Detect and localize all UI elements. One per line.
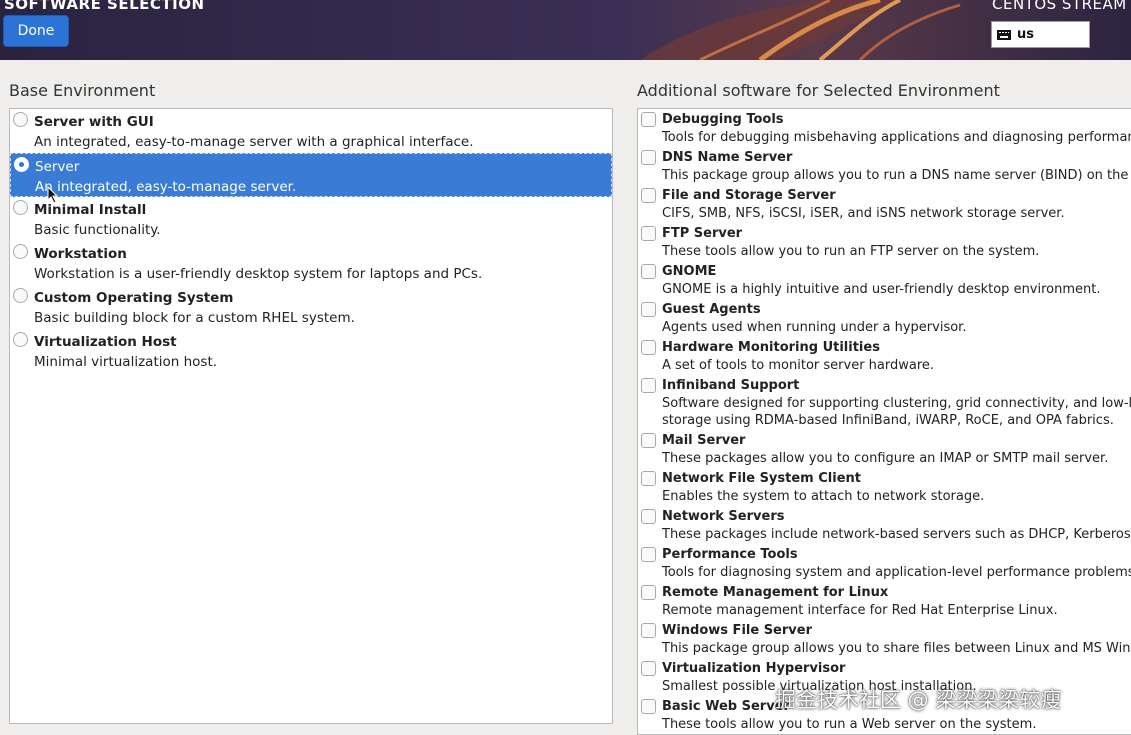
environment-option[interactable]: Server An integrated, easy-to-manage serv… <box>10 153 612 197</box>
checkbox[interactable] <box>641 150 656 165</box>
environment-name: Server with GUI <box>34 114 154 130</box>
checkbox[interactable] <box>641 264 656 279</box>
addon-name: Performance Tools <box>662 547 798 562</box>
addon-option[interactable]: Guest Agents Agents used when running und… <box>638 299 1131 337</box>
keyboard-icon <box>997 29 1011 40</box>
addon-description: These tools allow you to run an FTP serv… <box>662 244 1040 259</box>
addon-description: Tools for debugging misbehaving applicat… <box>662 130 1131 145</box>
addon-description: storage using RDMA-based InfiniBand, iWA… <box>662 413 1114 428</box>
checkbox[interactable] <box>641 585 656 600</box>
checkbox[interactable] <box>641 471 656 486</box>
keyboard-layout-label: us <box>1017 27 1034 42</box>
environment-name: Virtualization Host <box>34 334 177 350</box>
addon-name: GNOME <box>662 264 717 279</box>
environment-description: An integrated, easy-to-manage server. <box>35 179 297 195</box>
addon-option[interactable]: Windows File Server This package group al… <box>638 620 1131 658</box>
radio-button[interactable] <box>13 244 28 259</box>
radio-button[interactable] <box>13 112 28 127</box>
addon-name: Infiniband Support <box>662 378 800 393</box>
done-button[interactable]: Done <box>3 15 69 47</box>
addon-option[interactable]: Remote Management for Linux Remote manage… <box>638 582 1131 620</box>
addon-option[interactable]: Debugging Tools Tools for debugging misbe… <box>638 109 1131 147</box>
base-environment-list: Server with GUI An integrated, easy-to-ma… <box>9 108 613 724</box>
checkbox[interactable] <box>641 226 656 241</box>
radio-button[interactable] <box>13 200 28 215</box>
base-environment-title: Base Environment <box>9 81 156 100</box>
addon-option[interactable]: DNS Name Server This package group allows… <box>638 147 1131 185</box>
addon-name: Mail Server <box>662 433 746 448</box>
checkbox[interactable] <box>641 433 656 448</box>
addon-description: This package group allows you to share f… <box>662 641 1131 656</box>
addon-name: Hardware Monitoring Utilities <box>662 340 880 355</box>
environment-option[interactable]: Server with GUI An integrated, easy-to-ma… <box>10 109 612 153</box>
addon-name: Guest Agents <box>662 302 761 317</box>
addon-name: Network Servers <box>662 509 785 524</box>
environment-name: Server <box>35 159 80 175</box>
addon-description: Enables the system to attach to network … <box>662 489 985 504</box>
checkbox[interactable] <box>641 623 656 638</box>
mouse-pointer-icon <box>47 186 59 204</box>
addon-name: Network File System Client <box>662 471 861 486</box>
environment-description: Minimal virtualization host. <box>34 354 218 370</box>
environment-description: An integrated, easy-to-manage server wit… <box>34 134 474 150</box>
addon-option[interactable]: Infiniband Support Software designed for … <box>638 375 1131 430</box>
checkbox[interactable] <box>641 378 656 393</box>
addon-name: File and Storage Server <box>662 188 836 203</box>
addon-description: A set of tools to monitor server hardwar… <box>662 358 935 373</box>
addon-name: Virtualization Hypervisor <box>662 661 846 676</box>
environment-option[interactable]: Virtualization Host Minimal virtualizatio… <box>10 329 612 373</box>
addon-description: Tools for diagnosing system and applicat… <box>662 565 1131 580</box>
addon-option[interactable]: GNOME GNOME is a highly intuitive and use… <box>638 261 1131 299</box>
addon-description: GNOME is a highly intuitive and user-fri… <box>662 282 1101 297</box>
addon-description: These tools allow you to run a Web serve… <box>662 717 1037 732</box>
environment-description: Workstation is a user-friendly desktop s… <box>34 266 483 282</box>
addon-option[interactable]: FTP Server These tools allow you to run a… <box>638 223 1131 261</box>
addon-option[interactable]: Network File System Client Enables the sy… <box>638 468 1131 506</box>
spoke-title: SOFTWARE SELECTION <box>4 0 205 13</box>
checkbox[interactable] <box>641 699 656 714</box>
addon-option[interactable]: Performance Tools Tools for diagnosing sy… <box>638 544 1131 582</box>
addon-option[interactable]: Mail Server These packages allow you to c… <box>638 430 1131 468</box>
environment-option[interactable]: Custom Operating System Basic building bl… <box>10 285 612 329</box>
watermark: 掘金技术社区 @ 梁梁梁梁较瘦 <box>775 688 1062 712</box>
radio-button[interactable] <box>13 332 28 347</box>
environment-option[interactable]: Minimal Install Basic functionality. <box>10 197 612 241</box>
environment-option[interactable]: Workstation Workstation is a user-friendl… <box>10 241 612 285</box>
radio-button[interactable] <box>14 157 29 172</box>
radio-button[interactable] <box>13 288 28 303</box>
addon-name: DNS Name Server <box>662 150 793 165</box>
addon-description: Agents used when running under a hypervi… <box>662 320 967 335</box>
environment-description: Basic building block for a custom RHEL s… <box>34 310 355 326</box>
keyboard-layout-indicator[interactable]: us <box>991 21 1090 48</box>
checkbox[interactable] <box>641 509 656 524</box>
addon-description: CIFS, SMB, NFS, iSCSI, iSER, and iSNS ne… <box>662 206 1065 221</box>
addon-description: Software designed for supporting cluster… <box>662 396 1131 411</box>
addon-name: Debugging Tools <box>662 112 784 127</box>
addon-description: These packages allow you to configure an… <box>662 451 1109 466</box>
checkbox[interactable] <box>641 112 656 127</box>
additional-software-title: Additional software for Selected Environ… <box>637 81 1000 100</box>
addon-description: This package group allows you to run a D… <box>662 168 1131 183</box>
checkbox[interactable] <box>641 188 656 203</box>
checkbox[interactable] <box>641 547 656 562</box>
additional-software-list: Debugging Tools Tools for debugging misbe… <box>637 108 1131 735</box>
addon-description: These packages include network-based ser… <box>662 527 1131 542</box>
addon-name: FTP Server <box>662 226 743 241</box>
header-bar: SOFTWARE SELECTION Done CENTOS STREAM 9 … <box>0 0 1131 60</box>
checkbox[interactable] <box>641 661 656 676</box>
addon-option[interactable]: Network Servers These packages include ne… <box>638 506 1131 544</box>
environment-name: Minimal Install <box>34 202 147 218</box>
environment-name: Custom Operating System <box>34 290 234 306</box>
product-name: CENTOS STREAM 9 <box>992 0 1131 13</box>
addon-name: Remote Management for Linux <box>662 585 889 600</box>
addon-name: Windows File Server <box>662 623 812 638</box>
addon-description: Remote management interface for Red Hat … <box>662 603 1058 618</box>
checkbox[interactable] <box>641 302 656 317</box>
environment-description: Basic functionality. <box>34 222 161 238</box>
addon-option[interactable]: Hardware Monitoring Utilities A set of to… <box>638 337 1131 375</box>
addon-option[interactable]: File and Storage Server CIFS, SMB, NFS, i… <box>638 185 1131 223</box>
checkbox[interactable] <box>641 340 656 355</box>
environment-name: Workstation <box>34 246 127 262</box>
